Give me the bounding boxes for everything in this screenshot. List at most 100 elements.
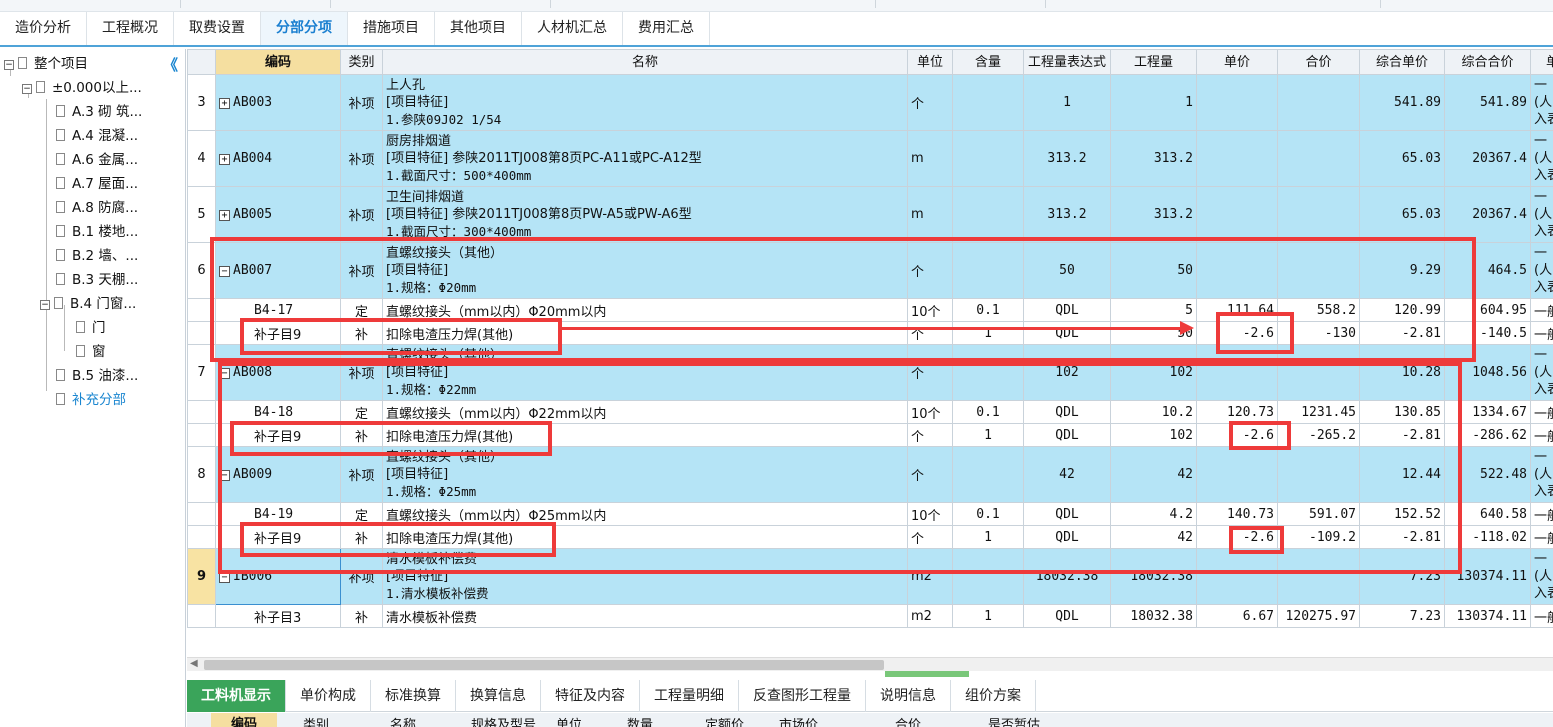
name-cell[interactable]: 厨房排烟道 [项目特征] 参陕2011TJ008第8页PC-A11或PC-A12型… [382,130,908,187]
table-row[interactable]: 补子目3 补 清水模板补偿费 m2 1 QDL 18032.38 6.67 12… [187,604,1553,628]
type-cell[interactable]: 补 [340,604,383,628]
name-cell[interactable]: 卫生间排烟道 [项目特征] 参陕2011TJ008第8页PW-A5或PW-A6型 1… [382,186,908,243]
tree-node-b1[interactable]: B.1 楼地... [56,221,138,243]
tree-node-b4[interactable]: − B.4 门窗... [40,293,136,315]
tab-quantity-details[interactable]: 工程量明细 [640,680,739,712]
horizontal-scrollbar[interactable]: ◀ [187,657,1553,671]
tree-node-b2[interactable]: B.2 墙、... [56,245,138,267]
tree-node-b5[interactable]: B.5 油漆... [56,365,138,387]
code-cell[interactable]: + AB005 [215,186,341,243]
expand-icon[interactable]: + [219,154,230,165]
collapse-icon[interactable]: − [4,60,14,70]
bottom-col-provisional[interactable]: 是否暂估 [988,714,1040,727]
col-header-last[interactable]: 单价 [1530,49,1553,75]
tab-features-content[interactable]: 特征及内容 [541,680,640,712]
col-header-qty-expr[interactable]: 工程量表达式 [1023,49,1111,75]
table-row[interactable]: 5 + AB005 补项 卫生间排烟道 [项目特征] 参陕2011TJ008第8页P… [187,186,1553,243]
unit-cell[interactable]: m [907,130,953,187]
code-cell[interactable]: + AB004 [215,130,341,187]
content-cell[interactable] [952,186,1024,243]
bottom-col-total[interactable]: 合价 [895,714,921,727]
type-cell[interactable]: 补项 [340,74,383,131]
tab-unit-price-composition[interactable]: 单价构成 [286,680,371,712]
tab-reverse-graphic-quantity[interactable]: 反查图形工程量 [739,680,866,712]
tab-measures[interactable]: 措施项目 [348,12,435,45]
unit-cell[interactable]: m2 [907,604,953,628]
tab-project-overview[interactable]: 工程概况 [87,12,174,45]
tree-node-a6[interactable]: A.6 金属... [56,149,138,171]
price-cell[interactable] [1196,130,1278,187]
expr-cell[interactable]: 313.2 [1023,130,1111,187]
tree-node-a8[interactable]: A.8 防腐... [56,197,138,219]
tree-node-supplementary[interactable]: 补充分部 [56,389,126,411]
code-cell[interactable]: 补子目3 [215,604,341,628]
code-cell[interactable]: + AB003 [215,74,341,131]
tree-node-a3[interactable]: A.3 砌 筑... [56,101,142,123]
bottom-col-type[interactable]: 类别 [303,714,329,727]
content-cell[interactable] [952,130,1024,187]
bottom-col-quota-price[interactable]: 定额价 [705,714,744,727]
col-header-name[interactable]: 名称 [382,49,908,75]
name-cell[interactable]: 清水模板补偿费 [382,604,908,628]
collapse-panel-icon[interactable]: 《 [163,54,178,75]
bottom-col-market-price[interactable]: 市场价 [779,714,818,727]
scrollbar-thumb[interactable] [204,660,884,670]
tab-fee-settings[interactable]: 取费设置 [174,12,261,45]
col-header-code[interactable]: 编码 [215,49,341,75]
type-cell[interactable]: 补项 [340,130,383,187]
col-header-type[interactable]: 类别 [340,49,383,75]
tab-other-items[interactable]: 其他项目 [435,12,522,45]
bottom-col-spec[interactable]: 规格及型号 [471,714,536,727]
unit-cell[interactable]: 个 [907,74,953,131]
expand-icon[interactable]: + [219,210,230,221]
bottom-col-unit[interactable]: 单位 [556,714,582,727]
col-header-qty[interactable]: 工程量 [1110,49,1197,75]
content-cell[interactable]: 1 [952,604,1024,628]
collapse-icon[interactable]: − [22,84,32,94]
tree-node-door[interactable]: 门 [76,317,106,339]
col-header-content[interactable]: 含量 [952,49,1024,75]
table-row[interactable]: 4 + AB004 补项 厨房排烟道 [项目特征] 参陕2011TJ008第8页PC… [187,130,1553,187]
tab-conversion-info[interactable]: 换算信息 [456,680,541,712]
price-cell[interactable]: 6.67 [1196,604,1278,628]
tab-labor-material-summary[interactable]: 人材机汇总 [522,12,623,45]
tab-cost-analysis[interactable]: 造价分析 [0,12,87,45]
qty-cell[interactable]: 1 [1110,74,1197,131]
expand-icon[interactable]: + [219,98,230,109]
expr-cell[interactable]: 1 [1023,74,1111,131]
tree-node-window[interactable]: 窗 [76,341,106,363]
tab-description[interactable]: 说明信息 [866,680,951,712]
col-header-unit[interactable]: 单位 [907,49,953,75]
bottom-col-amount[interactable]: 数量 [627,714,653,727]
tree-node-a7[interactable]: A.7 屋面... [56,173,138,195]
panel-splitter-handle[interactable] [885,671,969,677]
col-header-total[interactable]: 合价 [1277,49,1360,75]
collapse-icon[interactable]: − [40,300,50,310]
expr-cell[interactable]: 313.2 [1023,186,1111,243]
name-cell[interactable]: 上人孔 [项目特征] 1.参陕09J02 1/54 [382,74,908,131]
scroll-left-icon[interactable]: ◀ [190,658,198,669]
price-cell[interactable] [1196,74,1278,131]
tree-node-whole-project[interactable]: − 整个项目 [4,53,88,75]
content-cell[interactable] [952,74,1024,131]
tab-standard-conversion[interactable]: 标准换算 [371,680,456,712]
tab-labor-material-display[interactable]: 工料机显示 [187,680,286,712]
qty-cell[interactable]: 313.2 [1110,130,1197,187]
type-cell[interactable]: 补项 [340,186,383,243]
col-header-unit-price[interactable]: 单价 [1196,49,1278,75]
expr-cell[interactable]: QDL [1023,604,1111,628]
tab-fee-summary[interactable]: 费用汇总 [623,12,710,45]
col-header-comp-price[interactable]: 综合单价 [1359,49,1445,75]
tab-sub-items[interactable]: 分部分项 [261,12,348,45]
bottom-col-code[interactable]: 编码 [211,713,278,727]
tree-node-a4[interactable]: A.4 混凝... [56,125,138,147]
bottom-col-name[interactable]: 名称 [390,714,416,727]
qty-cell[interactable]: 18032.38 [1110,604,1197,628]
tree-node-b3[interactable]: B.3 天棚... [56,269,138,291]
unit-cell[interactable]: m [907,186,953,243]
price-cell[interactable] [1196,186,1278,243]
table-row[interactable]: 3 + AB003 补项 上人孔 [项目特征] 1.参陕09J02 1/54 个 1 … [187,74,1553,131]
tree-node-above-zero[interactable]: − ±0.000以上... [22,77,142,99]
qty-cell[interactable]: 313.2 [1110,186,1197,243]
col-header-comp-total[interactable]: 综合合价 [1444,49,1531,75]
